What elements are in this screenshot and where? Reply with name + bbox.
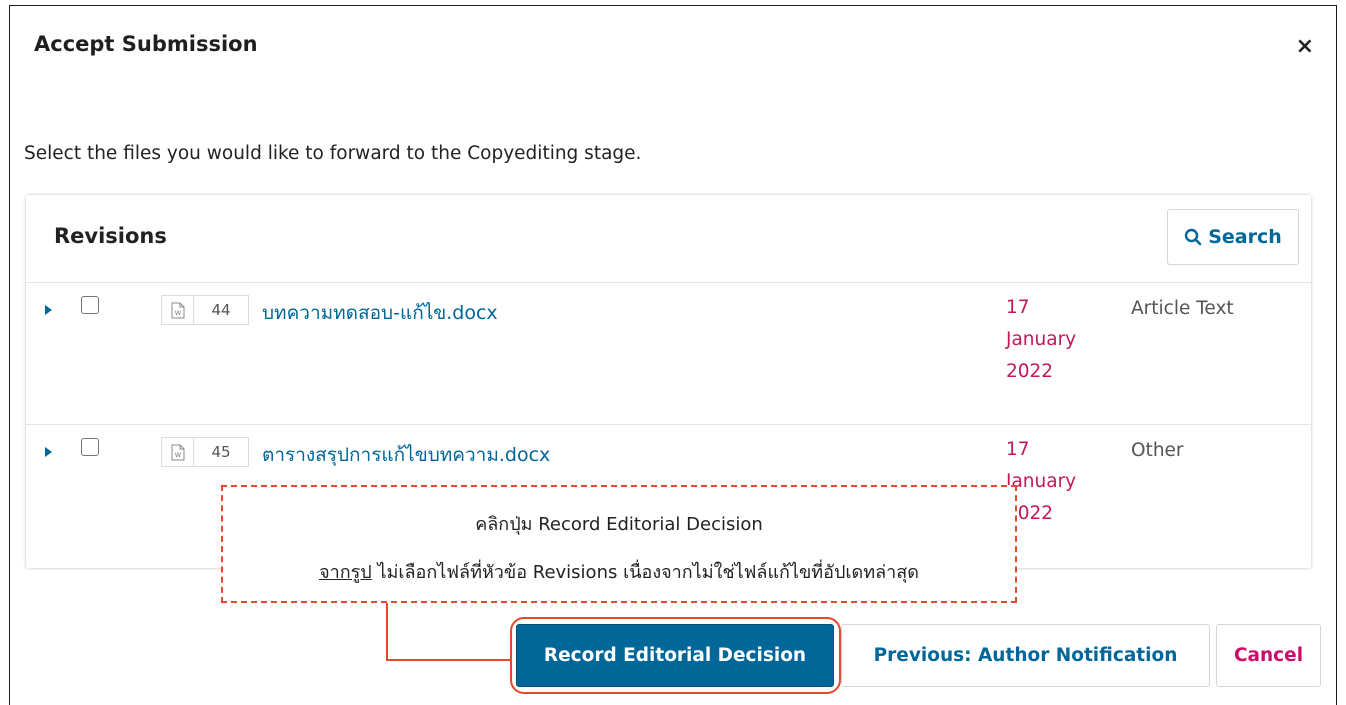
callout-line-2: จากรูป ไม่เลือกไฟล์ที่หัวข้อ Revisions เ… [223, 557, 1015, 586]
record-editorial-decision-button[interactable]: Record Editorial Decision [516, 624, 834, 687]
file-select-checkbox[interactable] [81, 296, 99, 314]
svg-text:W: W [174, 309, 181, 317]
file-row: W 44 บทความทดสอบ-แก้ไข.docx 17 January 2… [26, 283, 1311, 425]
word-document-icon: W [162, 438, 194, 466]
file-type: Other [1131, 440, 1184, 461]
file-date: 17 January 2022 [1006, 292, 1096, 388]
search-icon [1185, 228, 1202, 246]
annotation-connector [386, 603, 388, 661]
file-date-year: 2022 [1006, 361, 1054, 382]
file-id: 44 [211, 301, 231, 319]
modal-title: Accept Submission [34, 32, 258, 56]
close-icon[interactable]: × [1296, 34, 1314, 59]
file-date-day: 17 [1006, 439, 1030, 460]
instruction-text: Select the files you would like to forwa… [24, 143, 642, 164]
search-button[interactable]: Search [1167, 209, 1299, 265]
panel-title: Revisions [54, 224, 167, 248]
expand-arrow-icon[interactable] [45, 305, 52, 315]
cancel-button[interactable]: Cancel [1216, 624, 1321, 687]
file-date: 17 January 2022 [1006, 434, 1096, 530]
file-type: Article Text [1131, 298, 1234, 319]
file-date-month: January [1006, 329, 1077, 350]
callout-underlined-text: จากรูป [319, 562, 372, 583]
annotation-connector [386, 659, 512, 661]
file-badge: W 45 [161, 437, 249, 467]
search-label: Search [1208, 226, 1282, 248]
file-date-day: 17 [1006, 297, 1030, 318]
previous-author-notification-button[interactable]: Previous: Author Notification [841, 624, 1210, 687]
file-name-link[interactable]: ตารางสรุปการแก้ไขบทความ.docx [262, 440, 550, 470]
file-id: 45 [211, 443, 231, 461]
file-date-month: January [1006, 471, 1077, 492]
svg-text:W: W [174, 451, 181, 459]
word-document-icon: W [162, 296, 194, 324]
callout-line-1: คลิกปุ่ม Record Editorial Decision [475, 514, 763, 535]
file-name-link[interactable]: บทความทดสอบ-แก้ไข.docx [262, 298, 498, 328]
panel-header: Revisions Search [26, 195, 1311, 283]
file-badge: W 44 [161, 295, 249, 325]
expand-arrow-icon[interactable] [45, 447, 52, 457]
annotation-callout: คลิกปุ่ม Record Editorial Decision จากรู… [221, 485, 1017, 603]
file-select-checkbox[interactable] [81, 438, 99, 456]
callout-line-2-rest: ไม่เลือกไฟล์ที่หัวข้อ Revisions เนื่องจา… [371, 562, 919, 583]
file-date-year: 2022 [1006, 503, 1054, 524]
